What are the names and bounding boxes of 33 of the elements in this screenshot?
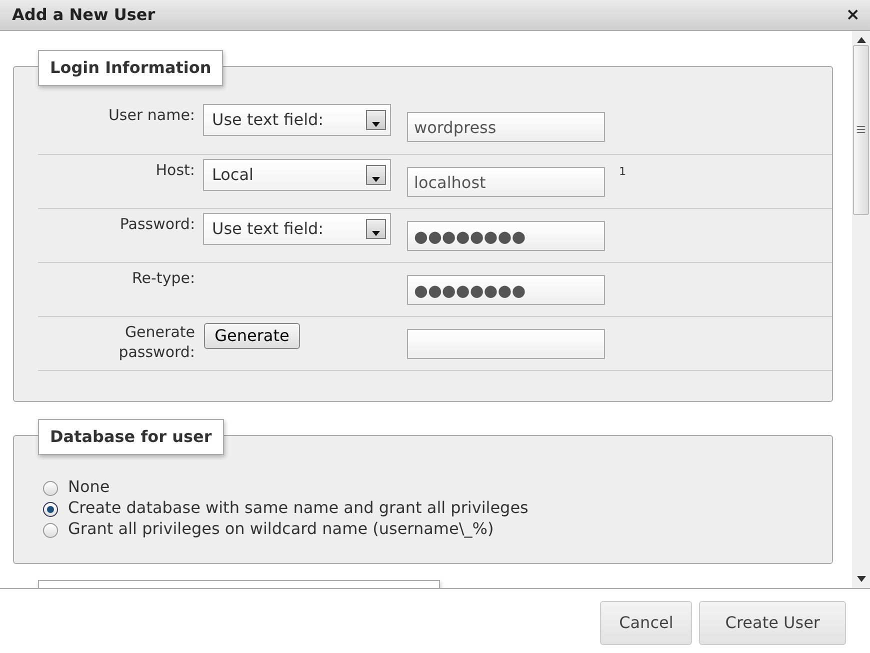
input-field[interactable]: wordpress (407, 112, 605, 142)
input-field[interactable]: localhost (407, 167, 605, 197)
fieldset-legend: Database for user (38, 419, 224, 455)
radio-button[interactable] (43, 480, 58, 496)
field-label: User name: (107, 105, 195, 125)
input-field[interactable]: ●●●●●●●● (407, 221, 605, 251)
create-user-button[interactable]: Create User (699, 601, 846, 645)
dropdown[interactable]: Local (203, 159, 391, 191)
field-label: Password: (118, 214, 195, 234)
footnote-mark: 1 (619, 166, 626, 178)
radio-button[interactable] (43, 522, 58, 538)
input-field[interactable]: ●●●●●●●● (407, 275, 605, 305)
caret-icon (366, 219, 386, 239)
dialog-title: Add a New User (12, 4, 156, 26)
input-field[interactable] (407, 329, 605, 359)
radio-button[interactable] (43, 502, 58, 516)
field-label: Generate password: (118, 322, 195, 362)
fieldset-legend: Login Information (38, 50, 224, 86)
caret-icon (366, 110, 386, 130)
radio-label: None (68, 476, 110, 497)
close-button[interactable]: × (846, 6, 860, 24)
dropdown[interactable]: Use text field: (203, 104, 391, 136)
radio-label: Grant all privileges on wildcard name (username\_%) (68, 518, 494, 539)
scrollbar[interactable] (852, 31, 870, 588)
scroll-down-icon[interactable] (856, 576, 866, 582)
caret-icon (366, 165, 386, 185)
cancel-button[interactable]: Cancel (600, 601, 692, 645)
radio-label: Create database with same name and grant all privileges (68, 497, 528, 518)
dropdown[interactable]: Use text field: (203, 213, 391, 245)
generate-button[interactable]: Generate (204, 323, 300, 349)
scroll-thumb[interactable] (853, 44, 869, 214)
field-label: Host: (154, 160, 195, 180)
field-label: Re-type: (131, 268, 195, 288)
